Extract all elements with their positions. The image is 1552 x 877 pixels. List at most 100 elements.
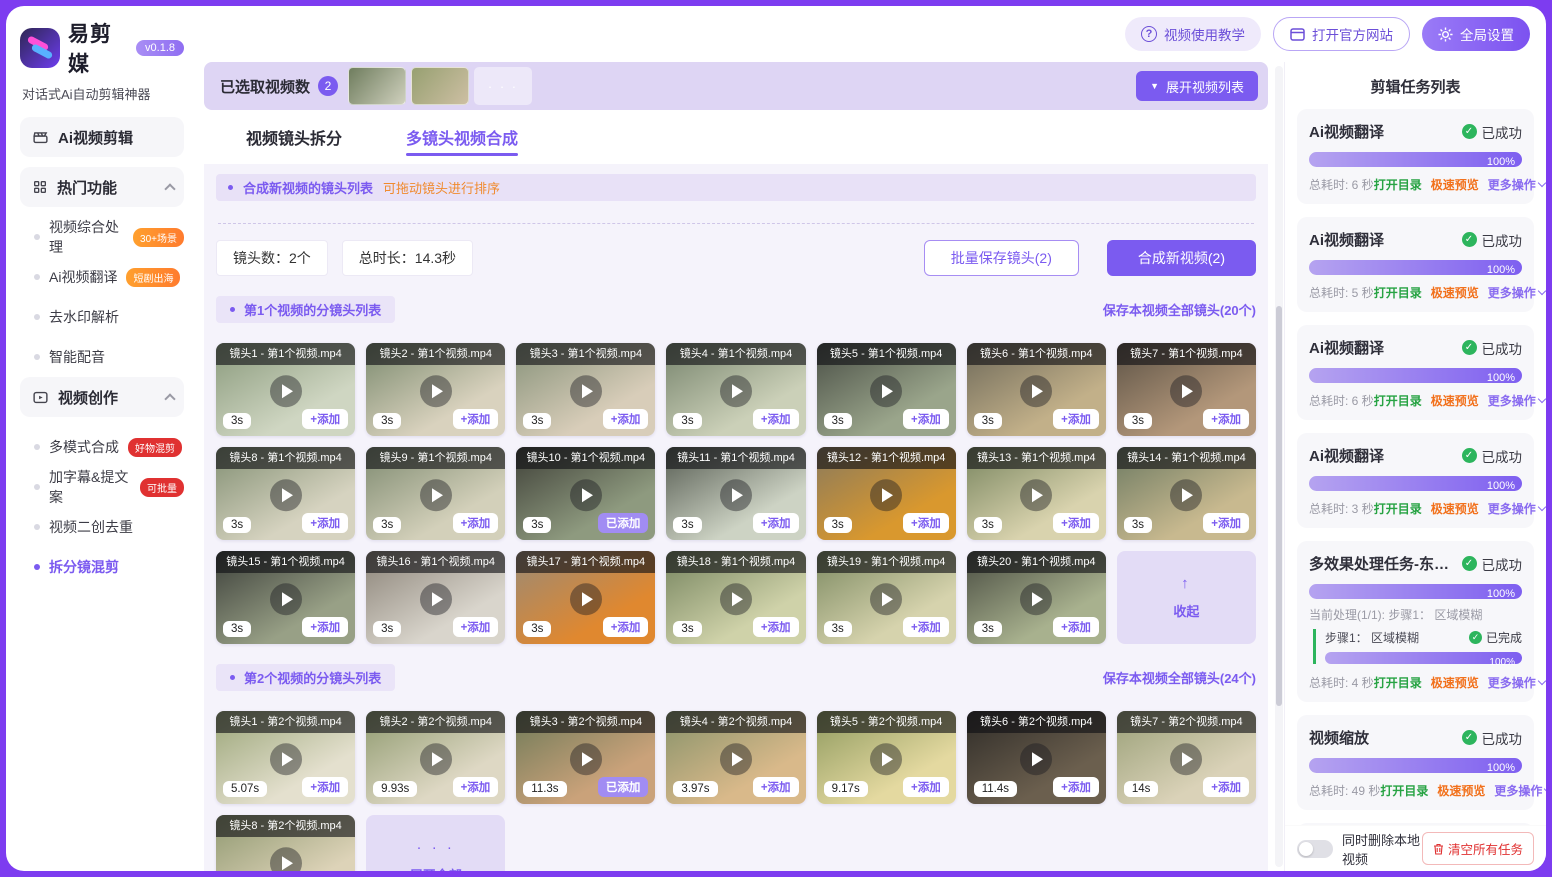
more-actions-link[interactable]: 更多操作 <box>1488 392 1545 409</box>
tab-0[interactable]: 视频镜头拆分 <box>246 125 342 164</box>
play-icon[interactable] <box>1020 375 1052 407</box>
add-clip-button[interactable]: +添加 <box>453 617 499 637</box>
add-clip-button[interactable]: +添加 <box>1203 513 1249 533</box>
add-clip-button[interactable]: +添加 <box>753 777 799 797</box>
open-directory-link[interactable]: 打开目录 <box>1374 392 1422 409</box>
add-clip-button[interactable]: +添加 <box>603 617 649 637</box>
more-actions-link[interactable]: 更多操作 <box>1494 782 1546 799</box>
sidebar-item-9[interactable]: 视频二创去重 <box>20 507 184 547</box>
more-actions-link[interactable]: 更多操作 <box>1488 500 1545 517</box>
clip-card[interactable]: 镜头7 - 第1个视频.mp43s+添加 <box>1117 343 1256 436</box>
global-settings-button[interactable]: 全局设置 <box>1422 17 1530 51</box>
add-clip-button[interactable]: +添加 <box>753 617 799 637</box>
add-clip-button[interactable]: +添加 <box>903 777 949 797</box>
more-actions-link[interactable]: 更多操作 <box>1488 284 1545 301</box>
play-icon[interactable] <box>570 375 602 407</box>
expand-video-list-button[interactable]: ▼ 展开视频列表 <box>1136 71 1258 101</box>
clip-card[interactable]: 镜头1 - 第1个视频.mp43s+添加 <box>216 343 355 436</box>
add-clip-button[interactable]: +添加 <box>1203 777 1249 797</box>
play-icon[interactable] <box>1020 479 1052 511</box>
clip-card[interactable]: 镜头20 - 第1个视频.mp43s+添加 <box>967 551 1106 644</box>
play-icon[interactable] <box>420 375 452 407</box>
clip-card[interactable]: 镜头3 - 第2个视频.mp411.3s已添加 <box>516 711 655 804</box>
quick-preview-link[interactable]: 极速预览 <box>1431 674 1479 691</box>
open-directory-link[interactable]: 打开目录 <box>1380 782 1428 799</box>
more-actions-link[interactable]: 更多操作 <box>1488 674 1545 691</box>
add-clip-button[interactable]: +添加 <box>302 617 348 637</box>
play-icon[interactable] <box>270 743 302 775</box>
add-clip-button[interactable]: +添加 <box>1053 617 1099 637</box>
play-icon[interactable] <box>720 375 752 407</box>
sidebar-item-10[interactable]: 拆分镜混剪 <box>20 547 184 587</box>
clip-card[interactable]: 镜头4 - 第1个视频.mp43s+添加 <box>666 343 805 436</box>
sidebar-item-7[interactable]: 多模式合成好物混剪 <box>20 427 184 467</box>
clip-card[interactable]: 镜头9 - 第1个视频.mp43s+添加 <box>366 447 505 540</box>
add-clip-button[interactable]: +添加 <box>302 777 348 797</box>
clip-card[interactable]: 镜头7 - 第2个视频.mp414s+添加 <box>1117 711 1256 804</box>
quick-preview-link[interactable]: 极速预览 <box>1431 500 1479 517</box>
scrollbar-thumb[interactable] <box>1276 306 1282 706</box>
play-icon[interactable] <box>270 847 302 871</box>
add-clip-button[interactable]: +添加 <box>453 409 499 429</box>
play-icon[interactable] <box>570 479 602 511</box>
sidebar-item-3[interactable]: Ai视频翻译短剧出海 <box>20 257 184 297</box>
play-icon[interactable] <box>420 479 452 511</box>
add-clip-button[interactable]: +添加 <box>1203 409 1249 429</box>
clip-card[interactable]: 镜头6 - 第2个视频.mp411.4s+添加 <box>967 711 1106 804</box>
play-icon[interactable] <box>270 479 302 511</box>
added-badge[interactable]: 已添加 <box>598 513 649 533</box>
quick-preview-link[interactable]: 极速预览 <box>1437 782 1485 799</box>
save-all-shots-link[interactable]: 保存本视频全部镜头(24个) <box>1103 668 1256 687</box>
sidebar-section-0[interactable]: Ai视频剪辑 <box>20 117 184 157</box>
play-icon[interactable] <box>870 743 902 775</box>
add-clip-button[interactable]: +添加 <box>1053 777 1099 797</box>
sidebar-item-8[interactable]: 加字幕&提文案可批量 <box>20 467 184 507</box>
open-directory-link[interactable]: 打开目录 <box>1374 674 1422 691</box>
save-all-shots-link[interactable]: 保存本视频全部镜头(20个) <box>1103 300 1256 319</box>
compose-new-video-button[interactable]: 合成新视频(2) <box>1107 240 1256 276</box>
quick-preview-link[interactable]: 极速预览 <box>1431 176 1479 193</box>
add-clip-button[interactable]: +添加 <box>302 513 348 533</box>
open-website-button[interactable]: 打开官方网站 <box>1273 17 1410 51</box>
add-clip-button[interactable]: +添加 <box>603 409 649 429</box>
add-clip-button[interactable]: +添加 <box>753 513 799 533</box>
sidebar-item-4[interactable]: 去水印解析 <box>20 297 184 337</box>
quick-preview-link[interactable]: 极速预览 <box>1431 392 1479 409</box>
clip-card[interactable]: 镜头2 - 第2个视频.mp49.93s+添加 <box>366 711 505 804</box>
play-icon[interactable] <box>1170 743 1202 775</box>
play-icon[interactable] <box>720 583 752 615</box>
add-clip-button[interactable]: +添加 <box>453 777 499 797</box>
play-icon[interactable] <box>720 743 752 775</box>
play-icon[interactable] <box>420 583 452 615</box>
clip-card[interactable]: 镜头11 - 第1个视频.mp43s+添加 <box>666 447 805 540</box>
open-directory-link[interactable]: 打开目录 <box>1374 176 1422 193</box>
clip-card[interactable]: 镜头15 - 第1个视频.mp43s+添加 <box>216 551 355 644</box>
add-clip-button[interactable]: +添加 <box>302 409 348 429</box>
play-icon[interactable] <box>270 583 302 615</box>
add-clip-button[interactable]: +添加 <box>903 617 949 637</box>
batch-save-button[interactable]: 批量保存镜头(2) <box>924 240 1079 276</box>
clip-card[interactable]: 镜头4 - 第2个视频.mp43.97s+添加 <box>666 711 805 804</box>
clip-card[interactable]: 镜头13 - 第1个视频.mp43s+添加 <box>967 447 1106 540</box>
play-icon[interactable] <box>870 479 902 511</box>
clip-card[interactable]: 镜头8 - 第1个视频.mp43s+添加 <box>216 447 355 540</box>
sidebar-item-2[interactable]: 视频综合处理30+场景 <box>20 217 184 257</box>
add-clip-button[interactable]: +添加 <box>1053 409 1099 429</box>
clear-all-tasks-button[interactable]: 清空所有任务 <box>1422 832 1534 865</box>
sidebar-section-6[interactable]: 视频创作 <box>20 377 184 417</box>
play-icon[interactable] <box>1020 743 1052 775</box>
clip-card[interactable]: 镜头12 - 第1个视频.mp43s+添加 <box>817 447 956 540</box>
sidebar-section-1[interactable]: 热门功能 <box>20 167 184 207</box>
selected-video-thumbnail[interactable] <box>348 67 406 105</box>
add-clip-button[interactable]: +添加 <box>1053 513 1099 533</box>
clip-card[interactable]: 镜头19 - 第1个视频.mp43s+添加 <box>817 551 956 644</box>
clip-card[interactable]: 镜头6 - 第1个视频.mp43s+添加 <box>967 343 1106 436</box>
play-icon[interactable] <box>720 479 752 511</box>
add-clip-button[interactable]: +添加 <box>903 409 949 429</box>
clip-card[interactable]: 镜头5 - 第2个视频.mp49.17s+添加 <box>817 711 956 804</box>
selected-video-thumbnail[interactable] <box>411 67 469 105</box>
more-videos-box[interactable]: · · · <box>474 67 532 105</box>
expand-all-box[interactable]: · · ·展开全部 <box>366 815 505 871</box>
add-clip-button[interactable]: +添加 <box>903 513 949 533</box>
clip-card[interactable]: 镜头14 - 第1个视频.mp43s+添加 <box>1117 447 1256 540</box>
